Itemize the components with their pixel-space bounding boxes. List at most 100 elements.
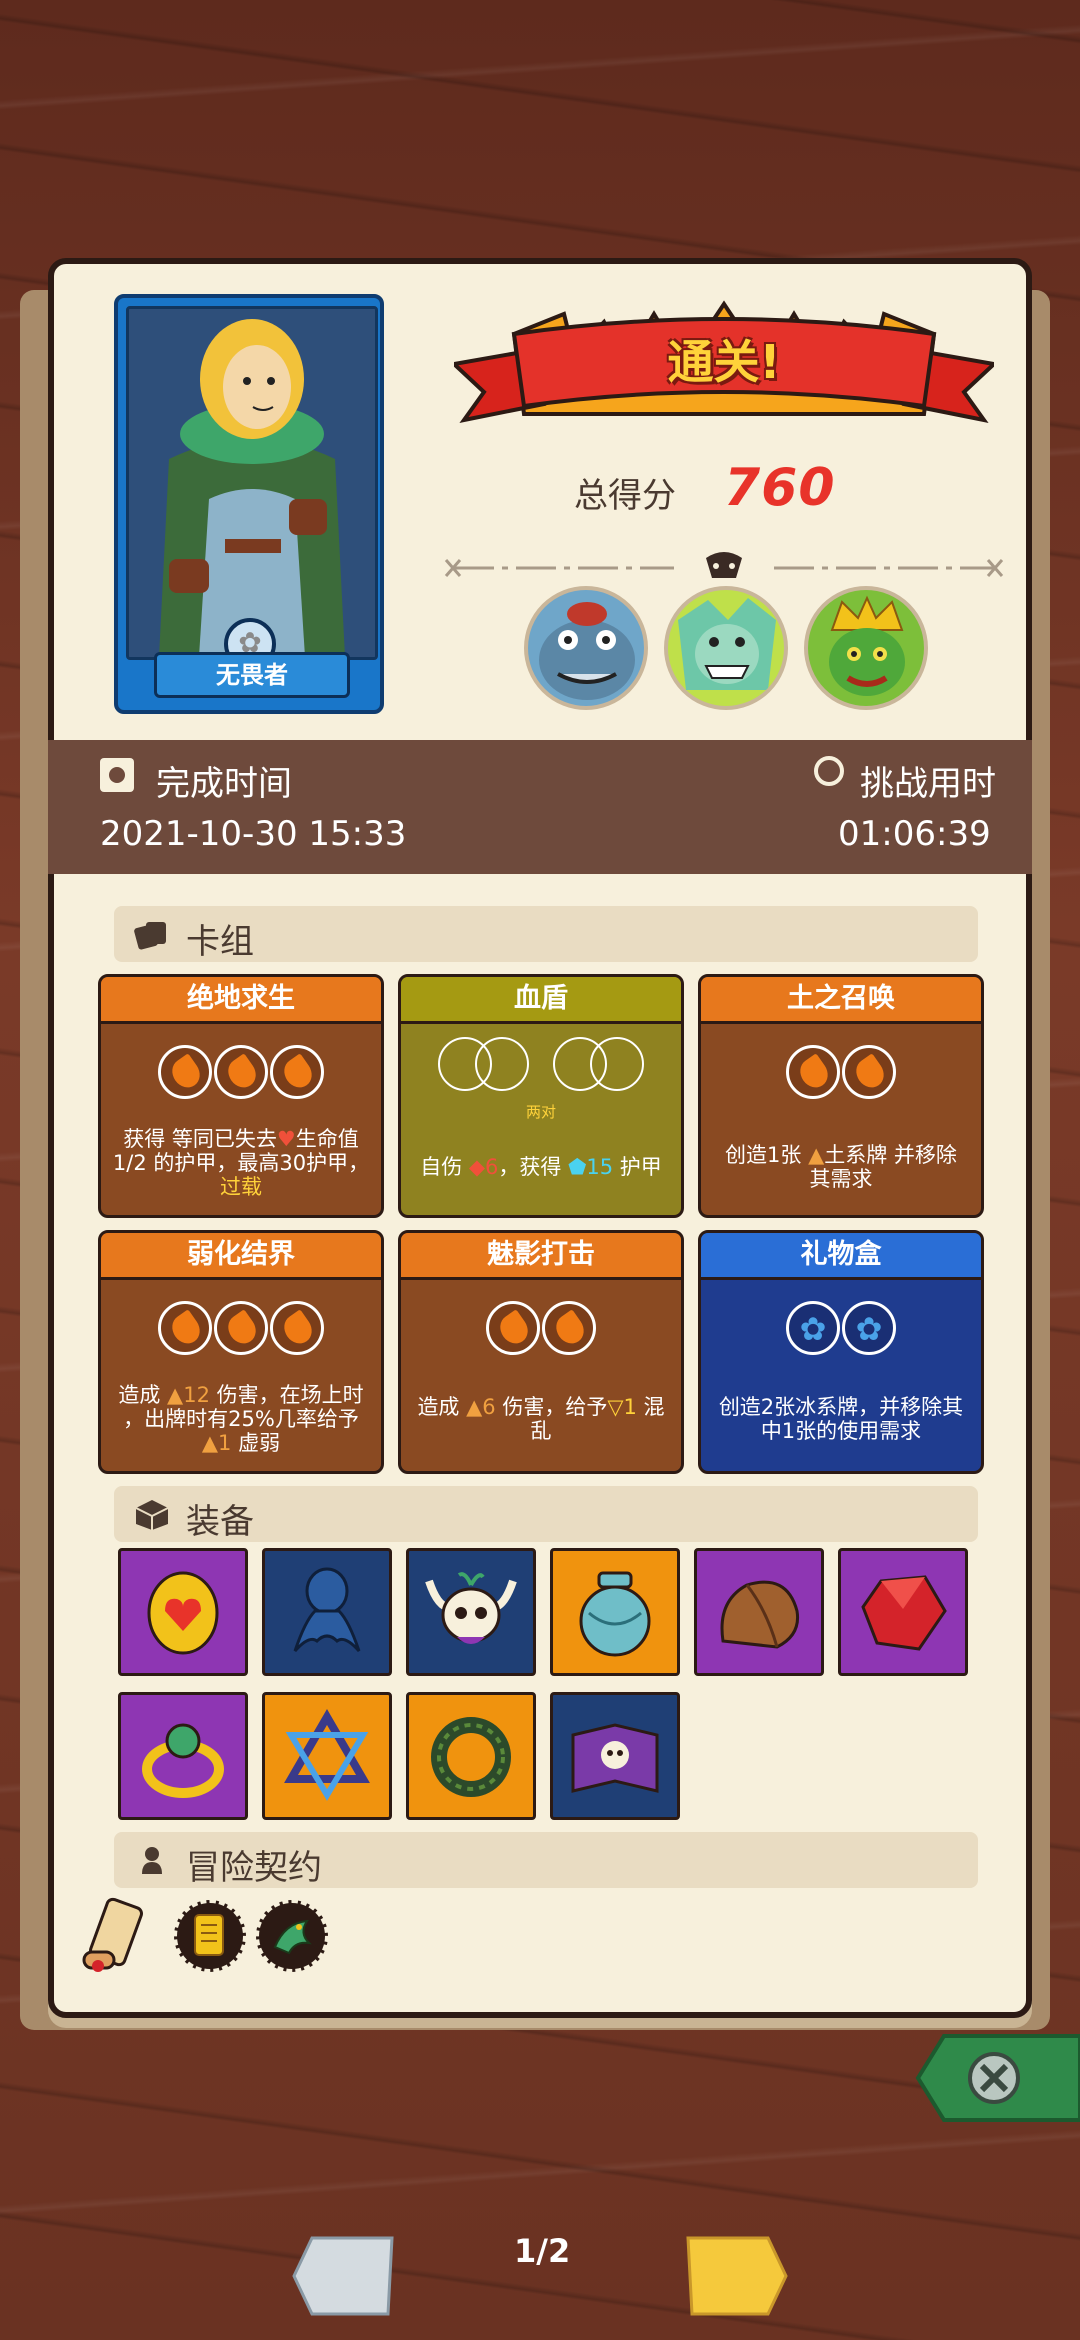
card-description: 获得 等同已失去♥生命值 1/2 的护甲，最高30护甲， 过载 (112, 1127, 370, 1199)
ice-gem-icon (786, 1301, 840, 1355)
equipment-slot[interactable] (118, 1692, 248, 1820)
fire-gem-icon (158, 1301, 212, 1355)
emerald-ring-icon (142, 1723, 224, 1798)
deck-card[interactable]: 弱化结界 造成 ▲12 伤害，在场上时 ，出牌时有25%几率给予 ▲1 虚弱 (98, 1230, 384, 1474)
fire-gem-icon (542, 1301, 596, 1355)
card-cost (701, 1301, 981, 1365)
previous-page-button[interactable] (292, 2234, 396, 2318)
fire-gem-icon (270, 1301, 324, 1355)
confuse-icon: ▽ (607, 1395, 624, 1419)
card-description: 创造2张冰系牌，并移除其 中1张的使用需求 (718, 1395, 964, 1443)
page-indicator: 1/2 (514, 2232, 571, 2270)
time-info-band: 完成时间 2021-10-30 15:33 挑战用时 01:06:39 (48, 740, 1032, 874)
attack-icon: ▲ (167, 1383, 184, 1407)
card-title: 土之召唤 (701, 977, 981, 1024)
card-title: 魅影打击 (401, 1233, 681, 1280)
contract-section-header: 冒险契约 (114, 1832, 978, 1888)
equipment-slot[interactable] (694, 1548, 824, 1676)
golden-tablet-icon[interactable] (174, 1900, 246, 1972)
equipment-slot[interactable] (550, 1692, 680, 1820)
hexagram-amulet-icon (284, 1709, 370, 1801)
score-label: 总得分 (574, 476, 676, 516)
hero-name: 无畏者 (154, 652, 350, 698)
contract-section-title: 冒险契约 (186, 1848, 322, 1888)
equipment-slot[interactable] (838, 1548, 968, 1676)
leather-bag-icon (720, 1580, 800, 1649)
challenge-time-value: 01:06:39 (838, 814, 991, 854)
kraken-icon (293, 1567, 361, 1652)
completion-time-label: 完成时间 (156, 764, 292, 804)
card-title: 血盾 (401, 977, 681, 1024)
horned-skull-icon (425, 1572, 517, 1644)
equipment-section-title: 装备 (186, 1502, 254, 1542)
card-requirement: 两对 (525, 1103, 556, 1121)
cards-icon (134, 918, 170, 950)
result-panel: ✿ 无畏者 通关! 总得分 760 完成时间 2021-10-30 15:33 … (48, 258, 1032, 2018)
score-value: 760 (724, 458, 836, 518)
equipment-slot[interactable] (262, 1548, 392, 1676)
deck-card[interactable]: 土之召唤 创造1张 ▲土系牌 并移除 其需求 (698, 974, 984, 1218)
equipment-slot[interactable] (550, 1548, 680, 1676)
deck-card[interactable]: 血盾 两对 自伤 ◆6，获得 ⬟15 护甲 (398, 974, 684, 1218)
equipment-slot[interactable] (406, 1548, 536, 1676)
deck-section-title: 卡组 (186, 922, 254, 962)
deck-card[interactable]: 绝地求生 获得 等同已失去♥生命值 1/2 的护甲，最高30护甲， 过载 (98, 974, 384, 1218)
hero-card[interactable]: ✿ 无畏者 (114, 294, 384, 714)
empty-gem-icon (474, 1037, 529, 1091)
equipment-slot[interactable] (406, 1692, 536, 1820)
deck-section-header: 卡组 (114, 906, 978, 962)
completion-time-value: 2021-10-30 15:33 (100, 814, 407, 854)
shield-icon: ⬟ (568, 1155, 587, 1179)
next-page-button[interactable] (684, 2234, 788, 2318)
card-cost (701, 1045, 981, 1109)
card-cost (401, 1037, 681, 1101)
fire-gem-icon (786, 1045, 840, 1099)
contract-icon (134, 1844, 170, 1876)
deck-card[interactable]: 礼物盒 创造2张冰系牌，并移除其 中1张的使用需求 (698, 1230, 984, 1474)
calendar-icon (100, 758, 134, 792)
ruby-icon (861, 1575, 947, 1651)
fire-gem-icon (214, 1301, 268, 1355)
card-description: 自伤 ◆6，获得 ⬟15 护甲 (420, 1155, 662, 1179)
attack-icon: ▲ (466, 1395, 483, 1419)
card-cost (101, 1045, 381, 1109)
equipment-slot[interactable] (118, 1548, 248, 1676)
victory-title: 通关! (667, 335, 781, 389)
card-cost (101, 1301, 381, 1365)
ornament-divider (444, 548, 1004, 588)
earth-icon: ▲ (808, 1143, 825, 1167)
vase-icon (579, 1571, 651, 1657)
boss-portrait-toad[interactable] (524, 586, 648, 710)
card-description: 造成 ▲6 伤害，给予▽1 混 乱 (417, 1395, 665, 1443)
hero-portrait (126, 306, 378, 660)
card-title: 绝地求生 (101, 977, 381, 1024)
stopwatch-icon (814, 756, 844, 786)
scroll-icon[interactable] (76, 1896, 156, 1976)
close-button[interactable] (914, 2030, 1080, 2126)
horn-ring-icon (431, 1717, 511, 1797)
fire-gem-icon (158, 1045, 212, 1099)
empty-gem-icon (590, 1037, 645, 1091)
fire-gem-icon (842, 1045, 896, 1099)
weak-icon: ▲ (201, 1431, 219, 1455)
equipment-section-header: 装备 (114, 1486, 978, 1542)
card-description: 创造1张 ▲土系牌 并移除 其需求 (725, 1143, 957, 1191)
fire-gem-icon (486, 1301, 540, 1355)
card-title: 礼物盒 (701, 1233, 981, 1280)
self-damage-icon: ◆ (468, 1155, 486, 1179)
boss-portrait-fish-monster[interactable] (664, 586, 788, 710)
skull-spellbook-icon (571, 1723, 659, 1793)
challenge-time-label: 挑战用时 (860, 764, 996, 804)
fire-gem-icon (270, 1045, 324, 1099)
deck-card[interactable]: 魅影打击 造成 ▲6 伤害，给予▽1 混 乱 (398, 1230, 684, 1474)
heart-icon: ♥ (276, 1127, 296, 1151)
box-icon (134, 1498, 170, 1530)
equipment-slot[interactable] (262, 1692, 392, 1820)
green-bird-icon[interactable] (256, 1900, 328, 1972)
total-score: 总得分 760 (574, 458, 934, 520)
card-title: 弱化结界 (101, 1233, 381, 1280)
victory-banner: 通关! (449, 294, 999, 444)
boss-portrait-goblin-king[interactable] (804, 586, 928, 710)
defeated-bosses (524, 586, 944, 716)
card-description: 造成 ▲12 伤害，在场上时 ，出牌时有25%几率给予 ▲1 虚弱 (118, 1383, 364, 1455)
